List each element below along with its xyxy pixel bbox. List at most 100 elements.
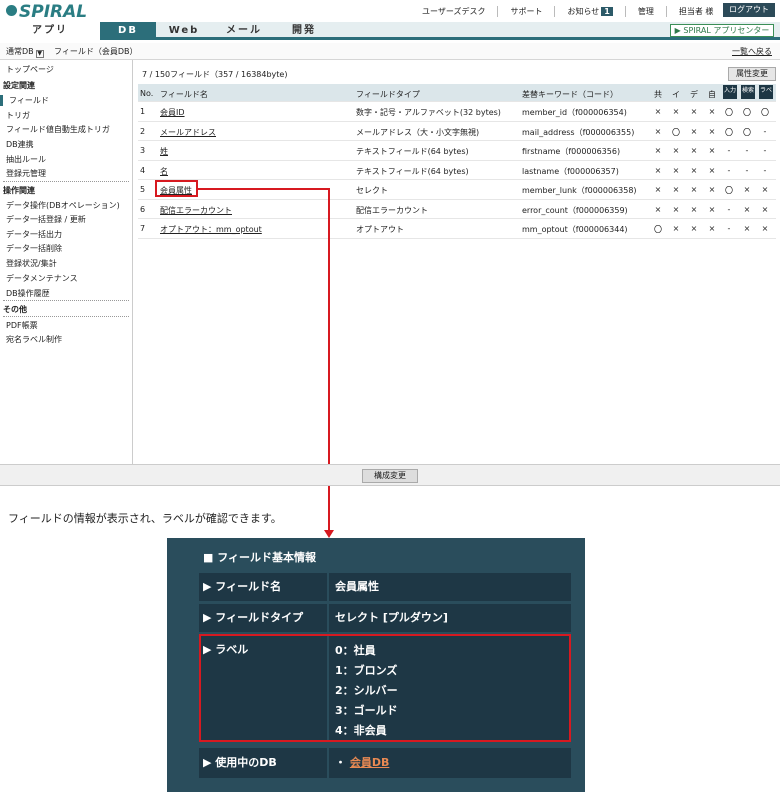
- flag-mark: 〇: [725, 108, 733, 117]
- row-number: 1: [140, 107, 146, 116]
- field-name-link[interactable]: オプトアウト：mm_optout: [160, 224, 262, 235]
- bullet: ・: [335, 756, 346, 769]
- flag-mark: -: [727, 224, 731, 233]
- row-number: 3: [140, 146, 146, 155]
- sidebar-divider: [3, 316, 129, 317]
- field-name-link[interactable]: 姓: [160, 146, 168, 157]
- flag-mark: ×: [690, 204, 698, 214]
- sidebar-item-bulk-delete[interactable]: データ一括削除: [6, 243, 62, 254]
- member-db-link[interactable]: 会員DB: [350, 756, 390, 769]
- config-change-button[interactable]: 構成変更: [362, 469, 418, 483]
- col-no: No.: [140, 89, 154, 98]
- field-type: テキストフィールド(64 bytes): [356, 147, 469, 156]
- nav-notices-label: お知らせ: [567, 6, 600, 16]
- sidebar-item-maintenance[interactable]: データメンテナンス: [6, 273, 78, 284]
- sidebar-item-db-operation[interactable]: データ操作(DBオペレーション): [6, 200, 120, 211]
- field-type: オプトアウト: [356, 225, 404, 234]
- logout-button[interactable]: ログアウト: [723, 3, 775, 17]
- header: SPIRAL ユーザーズデスク サポート お知らせ 1 管理 担当者 様 ログアウ…: [0, 0, 780, 22]
- sidebar-item-source[interactable]: 登録元管理: [6, 168, 46, 179]
- col-shared: 共: [654, 90, 662, 99]
- tab-app[interactable]: アプリ: [0, 22, 100, 40]
- flag-mark: -: [763, 165, 767, 175]
- table-header: No. フィールド名 フィールドタイプ 差替キーワード（コード） 共 イ デ 自…: [138, 84, 776, 102]
- spiral-logo[interactable]: SPIRAL: [6, 2, 87, 22]
- tab-mail[interactable]: メール: [212, 22, 276, 40]
- field-keyword: member_lunk（f000006358): [522, 186, 637, 195]
- flag-mark: ×: [708, 224, 716, 233]
- flag-mark: -: [763, 146, 767, 155]
- breadcrumb-bar: 通常DB ▼ フィールド（会員DB） 一覧へ戻る: [0, 43, 780, 60]
- flag-mark: ×: [654, 126, 662, 136]
- flag-mark: ×: [672, 204, 680, 214]
- sidebar-item-stats[interactable]: 登録状況/集計: [6, 258, 57, 269]
- row-number: 4: [140, 165, 146, 175]
- highlight-box: [199, 634, 571, 742]
- sidebar-heading-settings: 設定関連: [3, 81, 35, 90]
- label-used-db: ▶ 使用中のDB: [199, 748, 327, 778]
- breadcrumb: フィールド（会員DB）: [54, 47, 138, 56]
- col-search: 検索: [741, 85, 755, 99]
- col-label: ラベ: [759, 85, 773, 99]
- logo-text: SPIRAL: [19, 2, 88, 22]
- flag-mark: ×: [672, 224, 680, 233]
- flag-mark: ×: [672, 107, 680, 116]
- sidebar-item-field[interactable]: フィールド: [0, 95, 49, 106]
- field-name-link[interactable]: メールアドレス: [160, 127, 216, 138]
- flag-mark: ×: [761, 224, 769, 233]
- tab-db[interactable]: DB: [100, 22, 156, 40]
- sidebar-item-extract-rule[interactable]: 抽出ルール: [6, 154, 46, 165]
- field-keyword: lastname（f000006357): [522, 166, 619, 176]
- col-de: デ: [690, 90, 698, 99]
- flag-mark: ×: [708, 146, 716, 155]
- sidebar-item-label-print[interactable]: 宛名ラベル制作: [6, 334, 62, 345]
- sidebar-item-top[interactable]: トップページ: [6, 64, 54, 75]
- field-name-link[interactable]: 会員ID: [160, 107, 185, 118]
- tab-dev[interactable]: 開発: [276, 22, 332, 40]
- flag-mark: ×: [690, 224, 698, 233]
- sidebar: トップページ 設定関連 フィールド トリガ フィールド値自動生成トリガ DB連携…: [0, 60, 133, 464]
- sidebar-item-pdf[interactable]: PDF帳票: [6, 320, 38, 331]
- nav-support[interactable]: サポート: [498, 5, 556, 17]
- chevron-down-icon: ▼: [35, 50, 44, 58]
- sidebar-item-auto-trigger[interactable]: フィールド値自動生成トリガ: [6, 124, 110, 135]
- db-selector[interactable]: 通常DB ▼: [6, 46, 44, 58]
- flag-mark: -: [727, 204, 731, 214]
- sidebar-item-bulk-export[interactable]: データ一括出力: [6, 229, 62, 240]
- col-field-type: フィールドタイプ: [356, 90, 420, 99]
- sidebar-item-db-link[interactable]: DB連携: [6, 139, 34, 150]
- sidebar-item-bulk-register[interactable]: データ一括登録 / 更新: [6, 214, 86, 225]
- flag-mark: ×: [672, 146, 680, 155]
- table-row: 3 姓 テキストフィールド(64 bytes) firstname（f00000635…: [138, 141, 776, 161]
- field-table: No. フィールド名 フィールドタイプ 差替キーワード（コード） 共 イ デ 自…: [138, 84, 776, 239]
- value-field-type: セレクト [プルダウン]: [329, 604, 571, 632]
- app-center-label: SPIRAL アプリセンター: [683, 26, 770, 35]
- field-keyword: member_id（f000006354): [522, 108, 627, 117]
- table-row: 7 オプトアウト：mm_optout オプトアウト mm_optout（f000006…: [138, 219, 776, 239]
- row-number: 7: [140, 224, 146, 233]
- nav-users-desk[interactable]: ユーザーズデスク: [410, 5, 499, 17]
- col-field-name: フィールド名: [160, 90, 208, 99]
- nav-notices[interactable]: お知らせ 1: [555, 5, 626, 17]
- flag-mark: 〇: [761, 108, 769, 117]
- logo-mark-icon: [6, 5, 17, 16]
- field-name-link[interactable]: 名: [160, 166, 168, 177]
- app-center-button[interactable]: ▶ SPIRAL アプリセンター: [670, 24, 774, 37]
- back-to-list-link[interactable]: 一覧へ戻る: [732, 46, 772, 57]
- sidebar-item-history[interactable]: DB操作履歴: [6, 288, 50, 299]
- flag-mark: 〇: [725, 186, 733, 195]
- sidebar-item-trigger[interactable]: トリガ: [6, 110, 30, 121]
- sidebar-divider: [3, 181, 129, 182]
- col-keyword: 差替キーワード（コード）: [522, 90, 618, 99]
- nav-admin[interactable]: 管理: [626, 5, 667, 17]
- attribute-change-button[interactable]: 属性変更: [728, 67, 776, 81]
- table-row: 6 配信エラーカウント 配信エラーカウント error_count（f00000635…: [138, 200, 776, 219]
- sidebar-divider: [3, 300, 129, 301]
- field-keyword: firstname（f000006356): [522, 147, 621, 156]
- field-name-link[interactable]: 配信エラーカウント: [160, 205, 232, 216]
- flag-mark: 〇: [743, 127, 751, 137]
- tab-web[interactable]: Web: [156, 22, 212, 40]
- main-content: 7 / 150フィールド（357 / 16384byte) 属性変更 No. フ…: [134, 60, 780, 464]
- sidebar-heading-other: その他: [3, 305, 27, 314]
- nav-user[interactable]: 担当者 様: [667, 6, 726, 17]
